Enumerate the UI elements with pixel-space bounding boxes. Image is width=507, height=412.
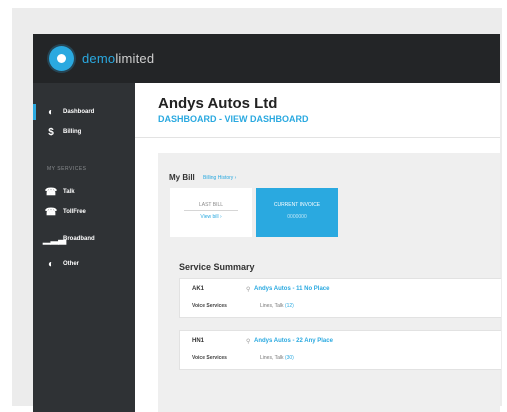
sidebar-item-dashboard[interactable]: ◐ Dashboard [33, 103, 135, 121]
sidebar-item-other[interactable]: ◐ Other [33, 255, 135, 273]
last-bill-label: LAST BILL [198, 202, 224, 208]
broadband-icon: ▁▂▃ [43, 233, 67, 245]
location-pin-icon: ⚲ [246, 339, 251, 345]
service-type-label: Voice Services [192, 355, 227, 361]
service-code: AK1 [192, 286, 205, 292]
gauge-icon: ◐ [47, 258, 55, 270]
service-lines-text: Lines, Talk [260, 355, 284, 361]
brand-logo[interactable]: demolimited [82, 51, 154, 66]
current-invoice-subtext: 0000000 [287, 214, 307, 220]
sidebar-item-broadband[interactable]: ▁▂▃ Broadband [33, 230, 135, 248]
brand-name-part1: demo [82, 51, 116, 66]
gauge-icon: ◐ [47, 106, 55, 118]
service-lines-text: Lines, Talk [260, 303, 284, 309]
current-invoice-tile[interactable]: CURRENT INVOICE 0000000 [256, 188, 338, 237]
view-bill-link[interactable]: View bill › [170, 214, 252, 220]
sidebar-item-label: Other [63, 261, 80, 267]
service-lines-count[interactable]: (30) [285, 355, 294, 361]
dollar-icon: $ [48, 126, 54, 138]
breadcrumb[interactable]: DASHBOARD - VIEW DASHBOARD [158, 114, 309, 124]
header-divider [135, 137, 500, 138]
service-card[interactable]: HN1 ⚲ Andys Autos - 22 Any Place Voice S… [179, 330, 501, 370]
phone-icon: ☎ [44, 206, 58, 218]
top-bar: demolimited [33, 34, 500, 83]
my-bill-heading: My Bill [169, 173, 195, 182]
sidebar-item-label: Talk [63, 189, 75, 195]
service-type-label: Voice Services [192, 303, 227, 309]
service-code: HN1 [192, 338, 205, 344]
sidebar-item-label: Dashboard [63, 109, 95, 115]
billing-history-link[interactable]: Billing History › [203, 175, 236, 181]
service-lines-count[interactable]: (12) [285, 303, 294, 309]
main-content: Andys Autos Ltd DASHBOARD - VIEW DASHBOA… [135, 83, 501, 412]
tile-divider [184, 210, 238, 211]
service-card[interactable]: AK1 ⚲ Andys Autos - 11 No Place Voice Se… [179, 278, 501, 318]
dashboard-panel: My Bill Billing History › LAST BILL View… [158, 153, 501, 412]
service-address-link[interactable]: Andys Autos - 22 Any Place [254, 338, 333, 344]
sidebar: ◐ Dashboard $ Billing MY SERVICES ☎ Talk… [33, 83, 135, 412]
service-address-link[interactable]: Andys Autos - 11 No Place [254, 286, 329, 292]
sidebar-item-label: Broadband [63, 236, 95, 242]
sidebar-item-tollfree[interactable]: ☎ TollFree [33, 203, 135, 221]
sidebar-item-billing[interactable]: $ Billing [33, 123, 135, 141]
phone-icon: ☎ [44, 186, 58, 198]
page-title: Andys Autos Ltd [158, 95, 278, 112]
sidebar-item-label: Billing [63, 129, 82, 135]
logo-icon[interactable] [49, 46, 74, 71]
sidebar-item-label: TollFree [63, 209, 86, 215]
brand-name-part2: limited [115, 51, 155, 66]
service-summary-heading: Service Summary [179, 262, 255, 272]
sidebar-section-label: MY SERVICES [47, 166, 87, 172]
current-invoice-label: CURRENT INVOICE [273, 202, 321, 208]
location-pin-icon: ⚲ [246, 287, 251, 293]
sidebar-item-talk[interactable]: ☎ Talk [33, 183, 135, 201]
last-bill-tile[interactable]: LAST BILL View bill › [170, 188, 252, 237]
service-lines: Lines, Talk (30) [260, 355, 294, 361]
service-lines: Lines, Talk (12) [260, 303, 294, 309]
